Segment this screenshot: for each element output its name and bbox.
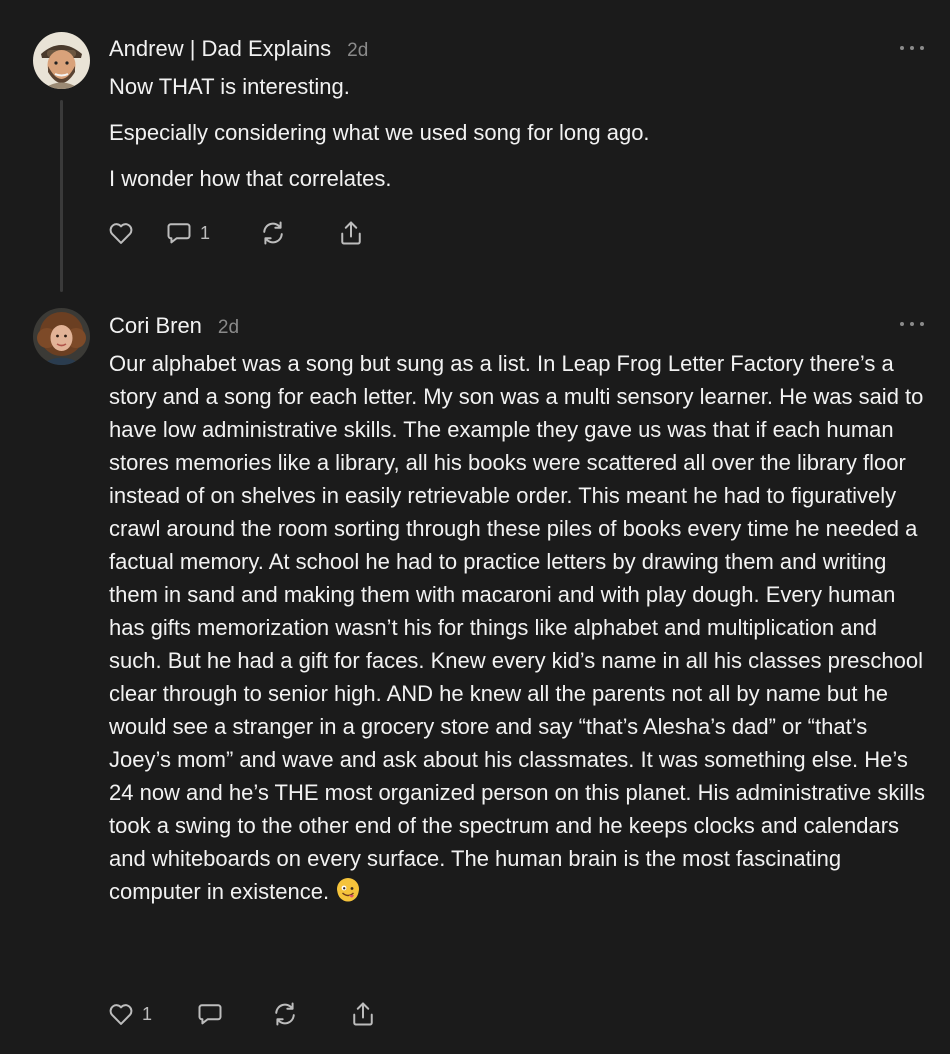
comment-andrew: Andrew | Dad Explains 2d Now THAT is int… (0, 0, 950, 300)
share-button[interactable] (348, 1000, 378, 1028)
comment-paragraph: Now THAT is interesting. (109, 74, 350, 99)
comment-bubble-icon (167, 223, 191, 244)
reply-count: 1 (200, 222, 211, 243)
share-icon (341, 221, 361, 245)
comment-cori: Cori Bren 2d Our alphabet was a song but… (0, 300, 950, 1054)
comment-actions: 1 (106, 219, 366, 247)
comment-paragraph: I wonder how that correlates. (109, 166, 392, 191)
comment-paragraph: Our alphabet was a song but sung as a li… (109, 347, 929, 908)
avatar-cori[interactable] (33, 308, 90, 365)
comment-actions: 1 (106, 1000, 378, 1028)
like-button[interactable] (106, 219, 164, 247)
reply-button[interactable]: 1 (164, 219, 258, 247)
like-count: 1 (142, 1003, 153, 1024)
share-icon (353, 1002, 373, 1026)
comment-header: Andrew | Dad Explains 2d (109, 36, 368, 62)
restack-button[interactable] (258, 219, 336, 247)
comment-bubble-icon (198, 1004, 222, 1025)
avatar-andrew[interactable] (33, 32, 90, 89)
comment-text: Our alphabet was a song but sung as a li… (109, 351, 926, 904)
more-options-icon[interactable] (900, 317, 924, 331)
thread-line (60, 100, 63, 292)
more-options-icon[interactable] (900, 41, 924, 55)
timestamp[interactable]: 2d (347, 40, 368, 62)
author-name[interactable]: Cori Bren (109, 313, 202, 339)
timestamp[interactable]: 2d (218, 317, 239, 339)
author-name[interactable]: Andrew | Dad Explains (109, 36, 331, 62)
heart-icon (109, 223, 133, 244)
share-button[interactable] (336, 219, 366, 247)
comment-body: Now THAT is interesting. Especially cons… (109, 72, 927, 210)
comment-paragraph: Especially considering what we used song… (109, 120, 650, 145)
comment-header: Cori Bren 2d (109, 313, 239, 339)
heart-icon (109, 1004, 133, 1025)
comment-body: Our alphabet was a song but sung as a li… (109, 347, 929, 908)
restack-icon (275, 1002, 295, 1026)
restack-button[interactable] (270, 1000, 348, 1028)
zany-face-emoji (337, 878, 360, 902)
like-button[interactable]: 1 (106, 1000, 195, 1028)
restack-icon (263, 221, 283, 245)
reply-button[interactable] (195, 1000, 270, 1028)
